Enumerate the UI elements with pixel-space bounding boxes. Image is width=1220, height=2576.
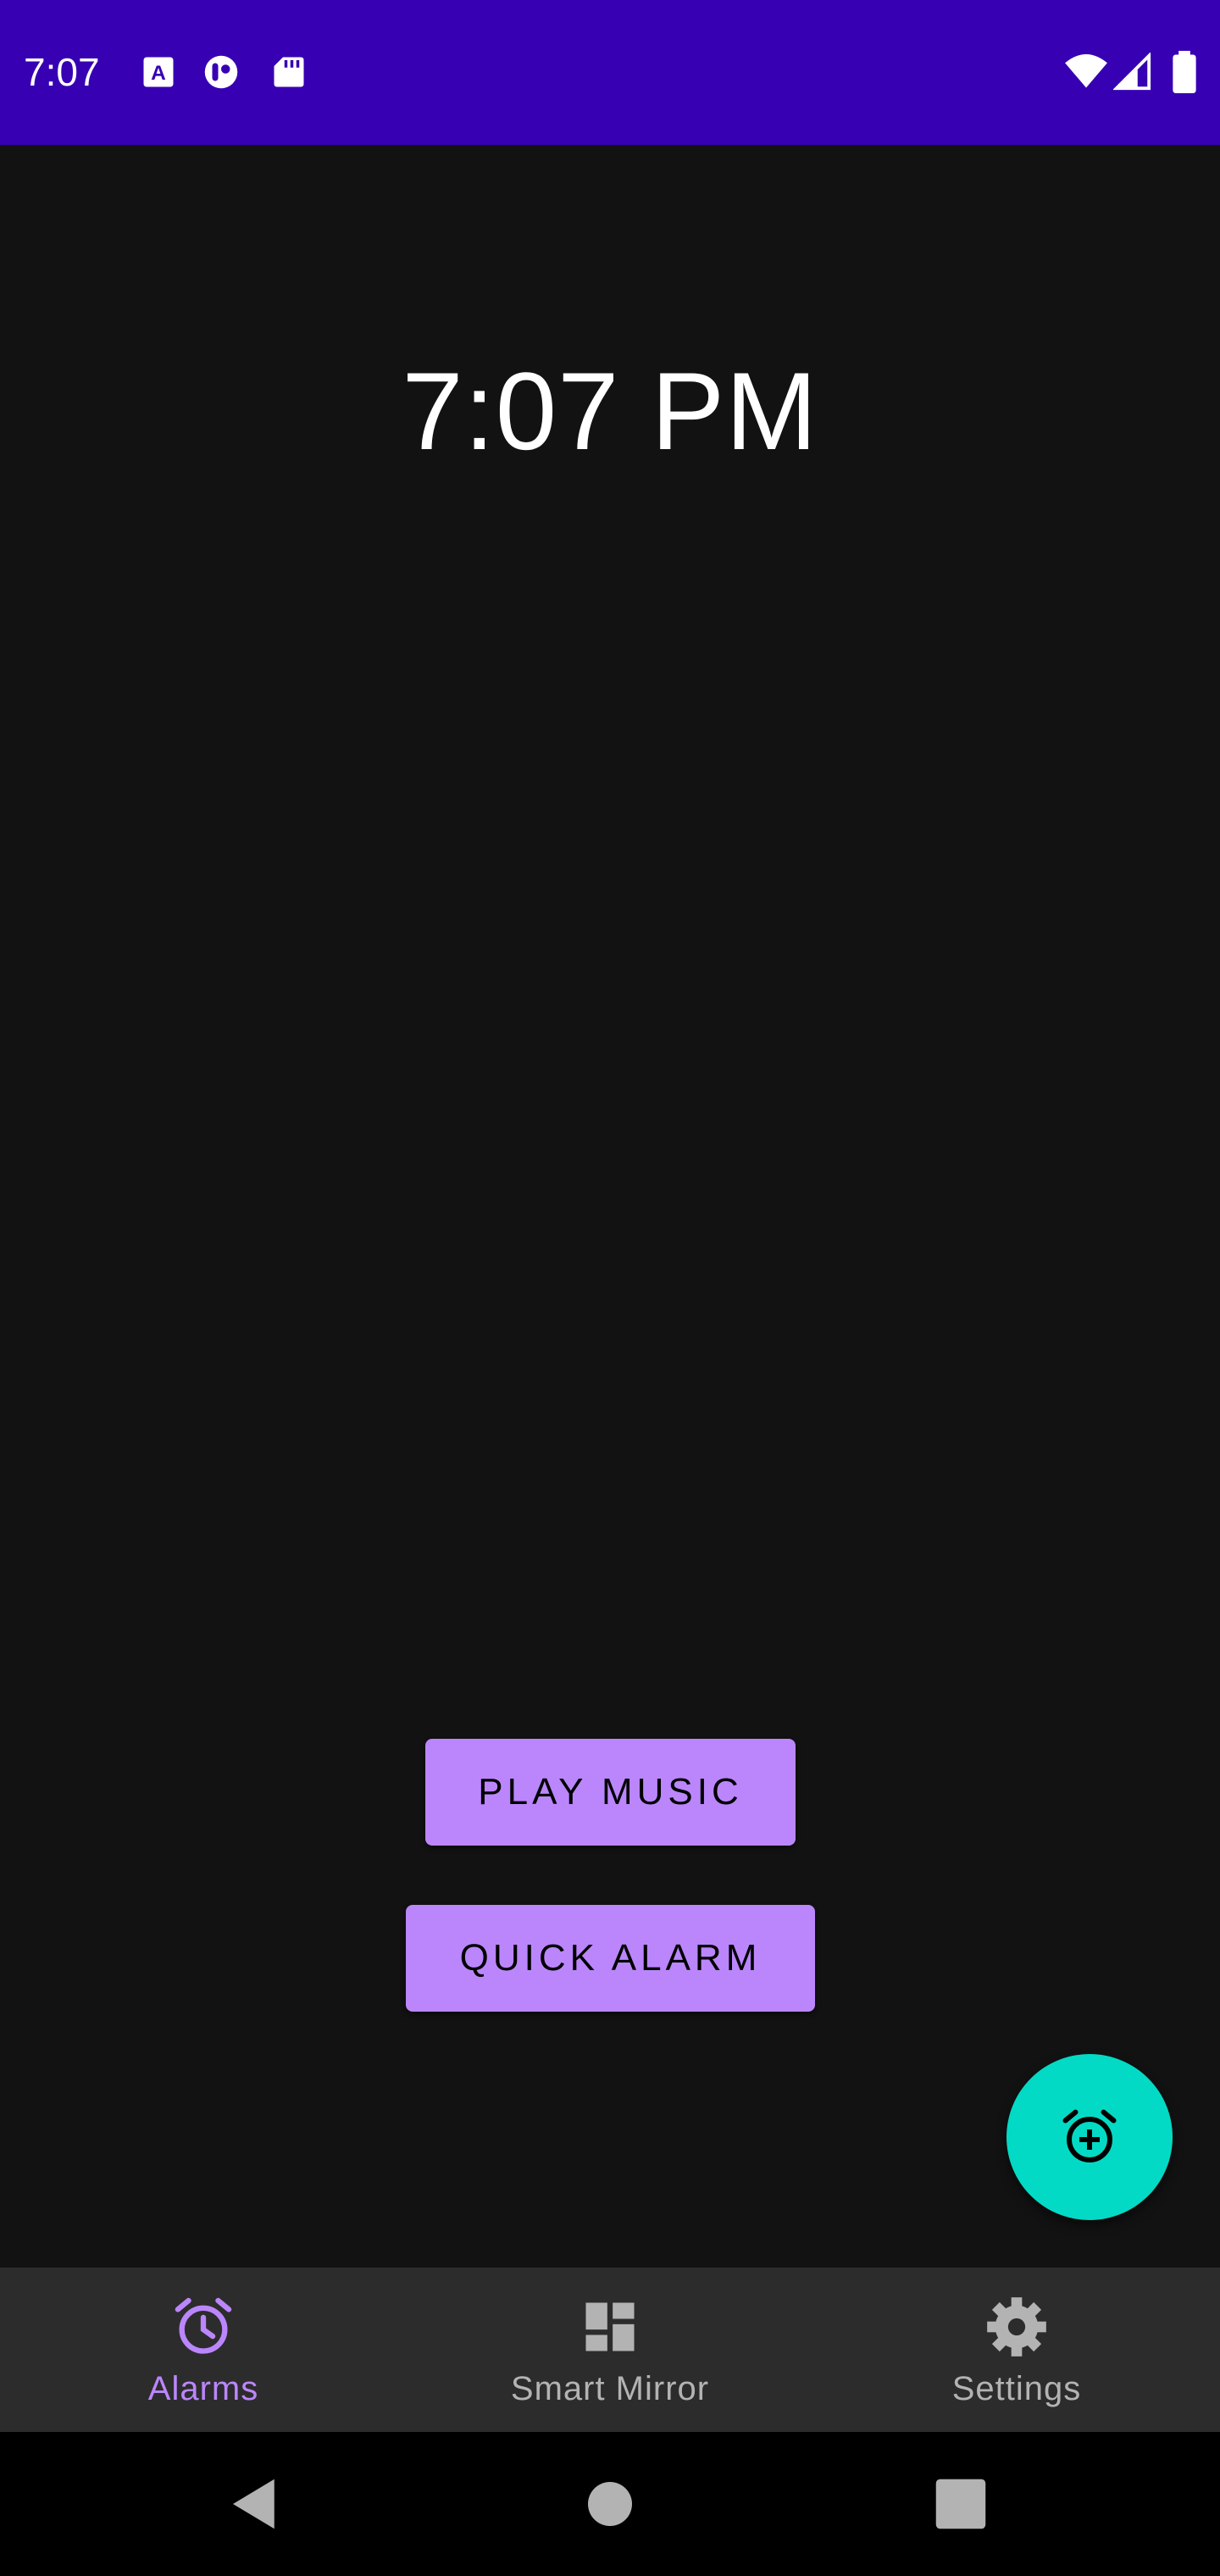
recents-icon[interactable] <box>928 2471 994 2537</box>
app-screen: 7:07 A 7:07 PM PLAY MUSIC QUICK ALARM Al… <box>0 0 1220 2576</box>
cellular-signal-icon <box>1113 53 1152 92</box>
nav-label-settings: Settings <box>951 2370 1082 2407</box>
svg-text:A: A <box>151 62 166 85</box>
bottom-navigation: Alarms Smart Mirror Settings <box>0 2268 1220 2432</box>
home-icon[interactable] <box>577 2471 643 2537</box>
nav-item-alarms[interactable]: Alarms <box>0 2268 407 2432</box>
nav-item-settings[interactable]: Settings <box>813 2268 1220 2432</box>
nav-item-smart-mirror[interactable]: Smart Mirror <box>407 2268 813 2432</box>
sd-card-icon <box>271 54 307 90</box>
font-a-icon: A <box>141 54 176 90</box>
current-time-display: 7:07 PM <box>402 349 818 473</box>
media-icon <box>203 54 239 90</box>
nav-label-smart-mirror: Smart Mirror <box>510 2370 710 2407</box>
nav-label-alarms: Alarms <box>147 2370 259 2407</box>
status-time: 7:07 <box>24 50 100 94</box>
gear-icon <box>984 2295 1049 2359</box>
system-navigation-bar <box>0 2432 1220 2576</box>
battery-icon <box>1169 51 1200 93</box>
add-alarm-fab[interactable] <box>1006 2054 1173 2220</box>
quick-alarm-button[interactable]: QUICK ALARM <box>406 1905 815 2012</box>
alarm-clock-icon <box>171 2295 236 2359</box>
dashboard-icon <box>578 2295 642 2359</box>
add-alarm-icon <box>1059 2107 1120 2168</box>
status-bar: 7:07 A <box>0 0 1220 145</box>
wifi-icon <box>1064 49 1108 93</box>
back-icon[interactable] <box>222 2471 288 2537</box>
play-music-button[interactable]: PLAY MUSIC <box>425 1739 796 1846</box>
